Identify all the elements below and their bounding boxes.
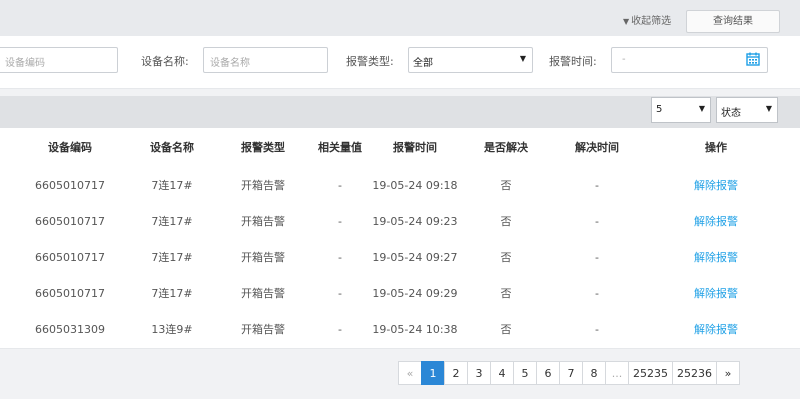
column-header-device-code[interactable]: 设备编码 [25,128,115,168]
device-name-input[interactable]: 设备名称 [203,47,328,73]
column-header-device-name[interactable]: 设备名称 [132,128,212,168]
cell-alarm-type: 开箱告警 [241,251,285,264]
cell-resolve-time: - [595,287,599,300]
status-value: 状态 [721,108,741,119]
pagination-page-4[interactable]: 4 [490,361,514,385]
cell-related-value: - [338,179,342,192]
cell-resolved: 否 [500,215,512,228]
column-header-related-value[interactable]: 相关量值 [302,128,378,168]
table-row: 6605010717 7连17# 开箱告警 - 19-05-24 09:27 否 - 解除报警 [0,240,800,277]
pagination-page-8[interactable]: 8 [582,361,606,385]
cell-resolve-time: - [595,251,599,264]
cell-alarm-type: 开箱告警 [241,215,285,228]
pagination-ellipsis[interactable]: ... [605,361,629,385]
chevron-down-icon: ▼ [519,54,526,63]
pagination-page-5[interactable]: 5 [513,361,537,385]
release-alarm-link[interactable]: 解除报警 [676,312,756,348]
cell-resolved: 否 [500,287,512,300]
cell-alarm-type: 开箱告警 [241,179,285,192]
cell-device-code: 6605010717 [35,215,105,228]
cell-resolve-time: - [595,323,599,336]
device-code-placeholder: 设备编码 [5,58,45,69]
cell-device-name: 7连17# [151,251,193,264]
cell-related-value: - [338,323,342,336]
release-alarm-link[interactable]: 解除报警 [676,204,756,240]
pagination-page-6[interactable]: 6 [536,361,560,385]
table-header: 设备编码 设备名称 报警类型 相关量值 报警时间 是否解决 解决时间 操作 [0,128,800,169]
chevron-down-icon: ▼ [765,104,772,113]
cell-alarm-time: 19-05-24 09:18 [372,179,458,192]
filter-panel: 设备编码 设备名称: 设备名称 报警类型: 全部 ▼ 报警时间: - [0,36,800,89]
page-size-select[interactable]: 5 ▼ [651,97,711,123]
cell-related-value: - [338,215,342,228]
caret-down-icon: ▼ [623,17,630,26]
page-size-value: 5 [656,104,663,115]
pagination-page-25235[interactable]: 25235 [628,361,673,385]
calendar-icon[interactable] [746,52,760,66]
alarm-time-label: 报警时间: [549,55,597,68]
column-header-alarm-type[interactable]: 报警类型 [223,128,303,168]
collapse-filter-label: 收起筛选 [631,16,672,27]
cell-alarm-time: 19-05-24 09:27 [372,251,458,264]
cell-device-code: 6605010717 [35,251,105,264]
release-alarm-link[interactable]: 解除报警 [676,276,756,312]
pagination-page-25236[interactable]: 25236 [672,361,717,385]
pagination-page-3[interactable]: 3 [467,361,491,385]
alarm-time-input[interactable]: - [611,47,768,73]
cell-alarm-time: 19-05-24 09:23 [372,215,458,228]
cell-resolve-time: - [595,215,599,228]
alarm-type-select[interactable]: 全部 ▼ [408,47,533,73]
table-row: 6605010717 7连17# 开箱告警 - 19-05-24 09:29 否 - 解除报警 [0,276,800,313]
alarm-type-label: 报警类型: [346,55,394,68]
cell-device-name: 7连17# [151,287,193,300]
release-alarm-link[interactable]: 解除报警 [676,240,756,276]
column-header-actions: 操作 [705,141,727,154]
column-header-resolved[interactable]: 是否解决 [466,128,546,168]
device-code-input[interactable]: 设备编码 [0,47,118,73]
cell-device-code: 6605010717 [35,287,105,300]
cell-device-name: 7连17# [151,215,193,228]
table-row: 6605031309 13连9# 开箱告警 - 19-05-24 10:38 否 - 解除报警 [0,312,800,349]
alarm-type-value: 全部 [413,58,433,69]
cell-alarm-time: 19-05-24 09:29 [372,287,458,300]
top-bar: ▼ 收起筛选 查询结果 [0,0,800,37]
cell-resolved: 否 [500,179,512,192]
device-name-label: 设备名称: [141,55,189,68]
cell-alarm-type: 开箱告警 [241,287,285,300]
pagination-next-button[interactable]: » [716,361,740,385]
table-row: 6605010717 7连17# 开箱告警 - 19-05-24 09:18 否 - 解除报警 [0,168,800,205]
cell-resolved: 否 [500,251,512,264]
status-select[interactable]: 状态 ▼ [716,97,778,123]
cell-device-code: 6605031309 [35,323,105,336]
alarm-time-placeholder: - [622,54,626,65]
table-row: 6605010717 7连17# 开箱告警 - 19-05-24 09:23 否 - 解除报警 [0,204,800,241]
cell-resolved: 否 [500,323,512,336]
cell-related-value: - [338,251,342,264]
pagination-page-1[interactable]: 1 [421,361,445,385]
cell-device-name: 7连17# [151,179,193,192]
release-alarm-link[interactable]: 解除报警 [676,168,756,204]
pagination-prev-button[interactable]: « [398,361,422,385]
cell-resolve-time: - [595,179,599,192]
pagination-page-2[interactable]: 2 [444,361,468,385]
pagination-page-7[interactable]: 7 [559,361,583,385]
device-name-placeholder: 设备名称 [210,58,250,69]
cell-device-name: 13连9# [151,323,193,336]
column-header-alarm-time[interactable]: 报警时间 [370,128,460,168]
pagination: «1 2 3 4 5 6 7 8... 25235 25236» [398,361,740,385]
column-header-resolve-time[interactable]: 解决时间 [557,128,637,168]
cell-related-value: - [338,287,342,300]
collapse-filter-toggle[interactable]: ▼ 收起筛选 [623,12,671,27]
cell-alarm-time: 19-05-24 10:38 [372,323,458,336]
cell-alarm-type: 开箱告警 [241,323,285,336]
chevron-down-icon: ▼ [698,104,705,113]
query-results-button[interactable]: 查询结果 [686,10,780,33]
cell-device-code: 6605010717 [35,179,105,192]
